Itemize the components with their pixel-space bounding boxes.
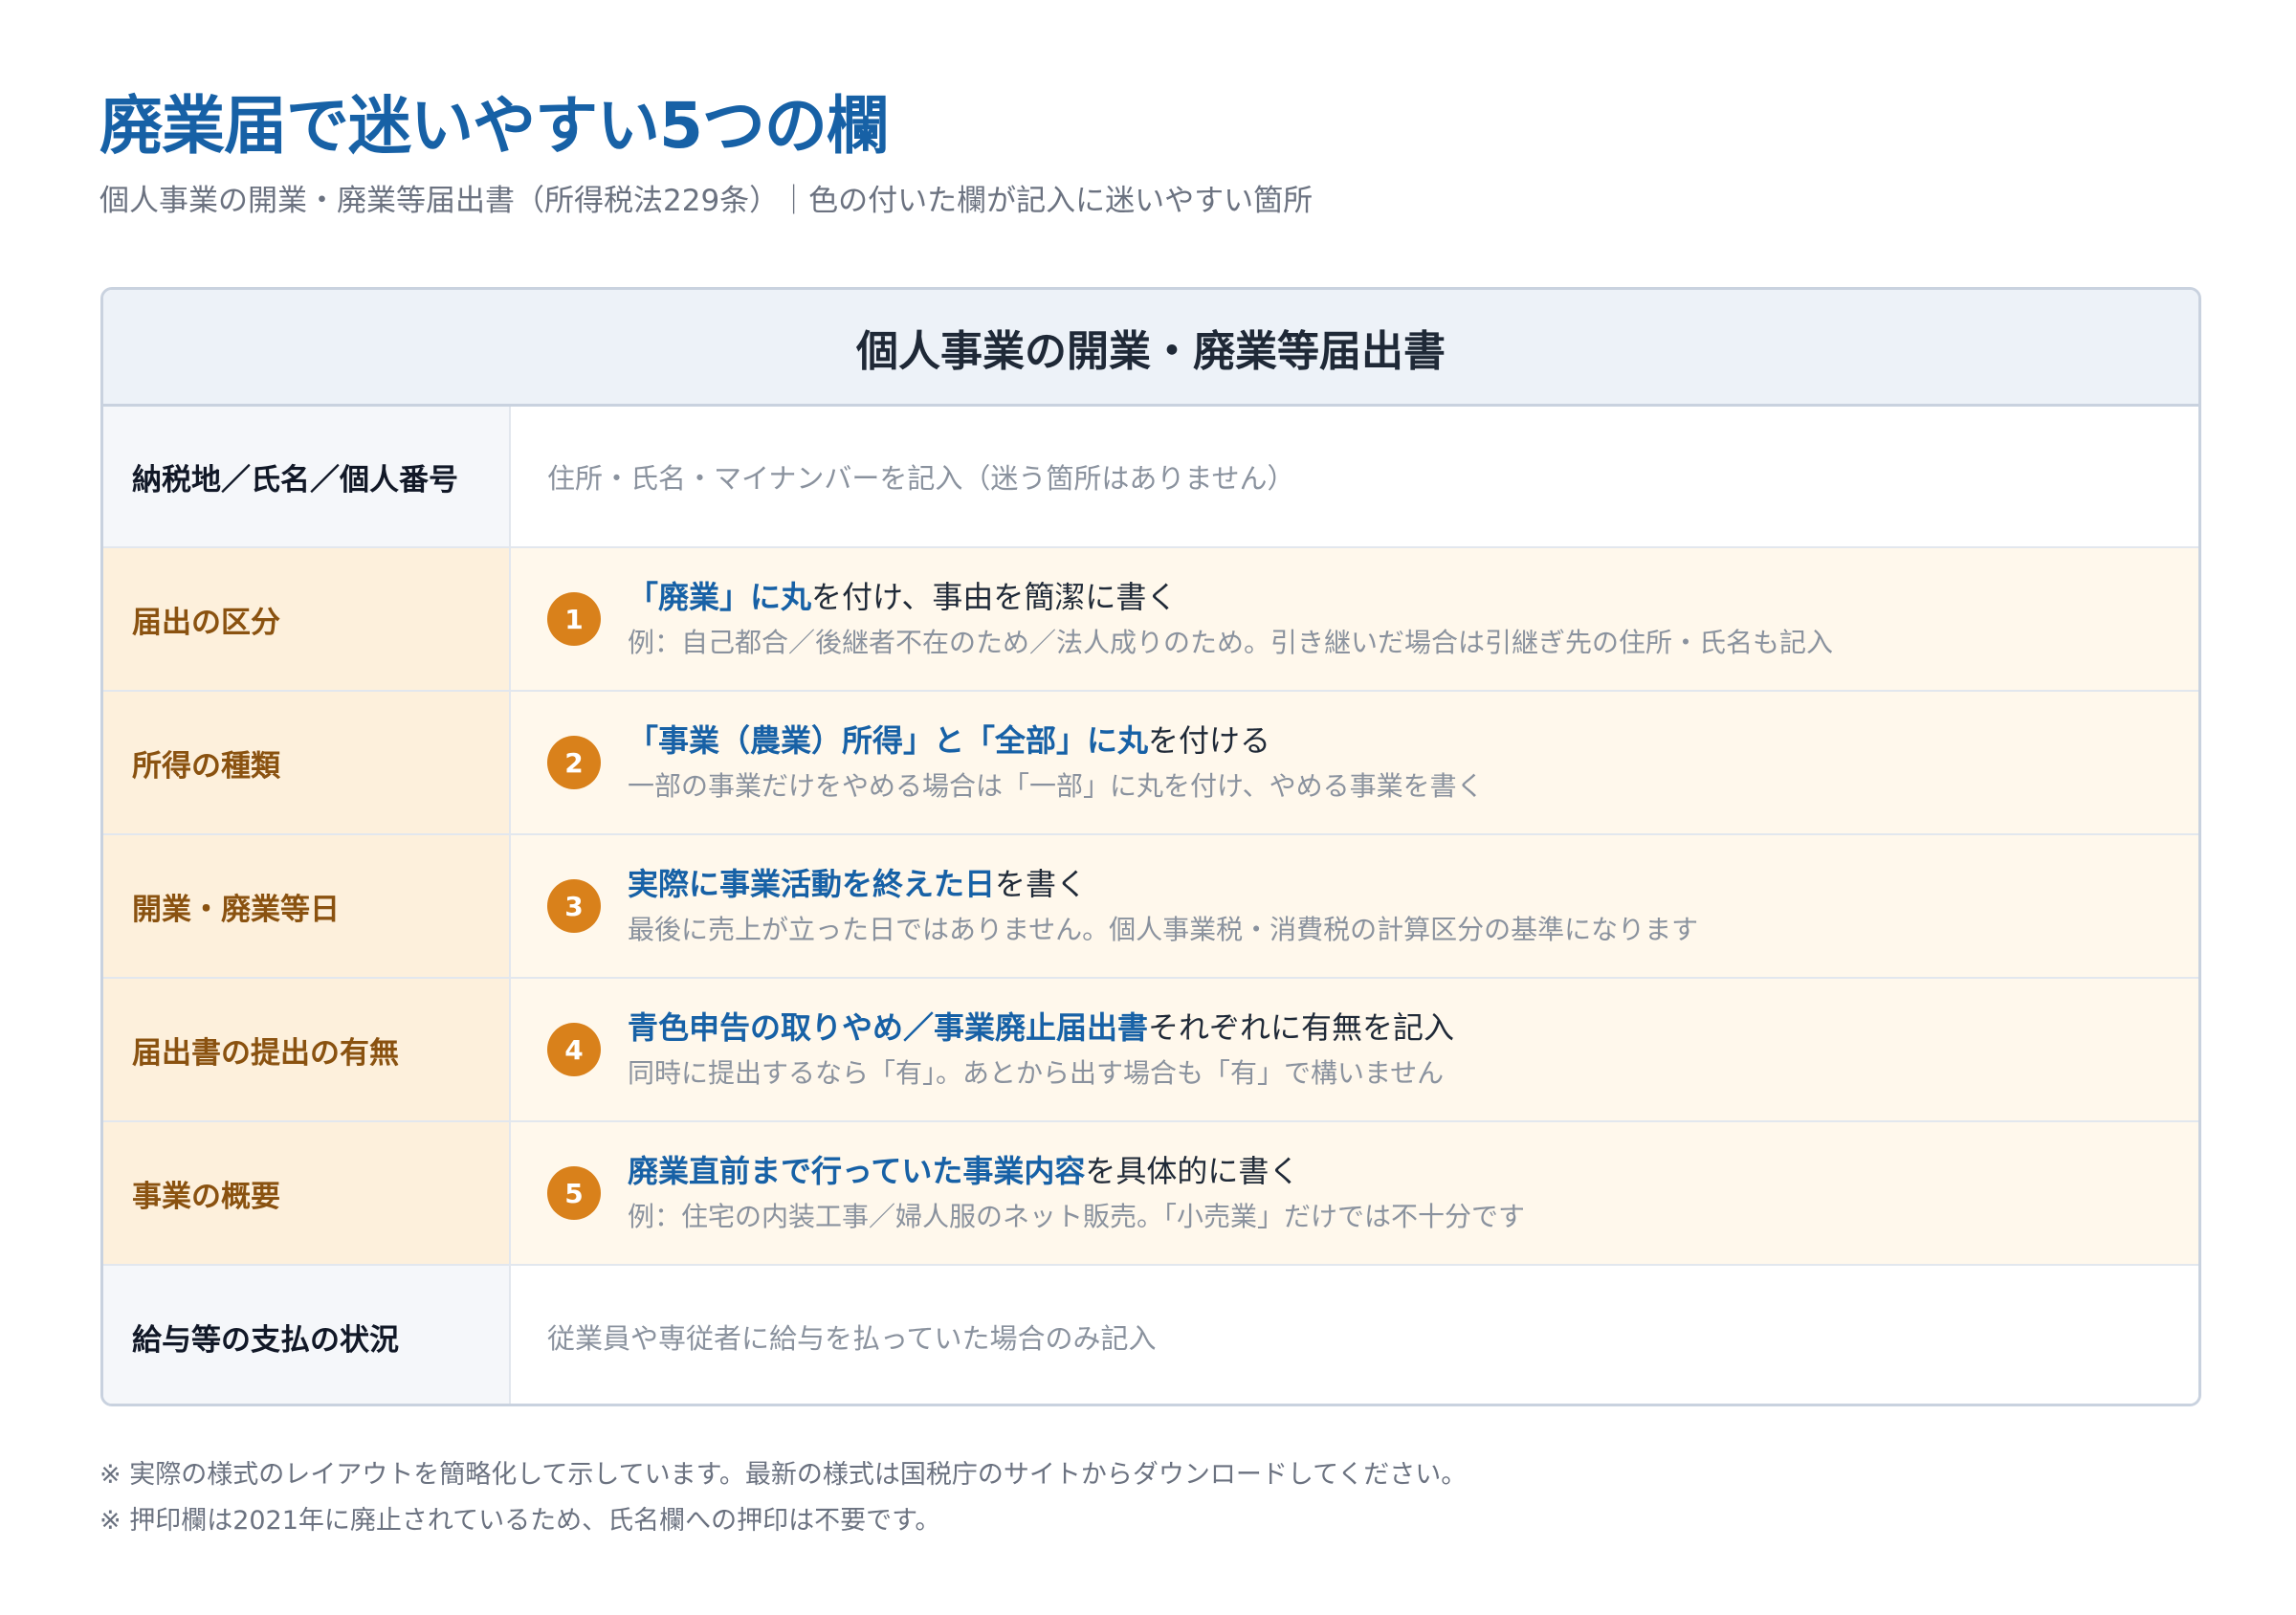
instruction-rest: を付け、事由を簡潔に書く	[811, 579, 1178, 615]
form-header: 個人事業の開業・廃業等届出書	[103, 290, 2198, 407]
page-subtitle: 個人事業の開業・廃業等届出書（所得税法229条）｜色の付いた欄が記入に迷いやすい…	[99, 184, 1314, 218]
number-badge: 5	[547, 1166, 601, 1220]
row-note: 一部の事業だけをやめる場合は「一部」に丸を付け、やめる事業を書く	[628, 770, 1484, 802]
row-note: 例：自己都合／後継者不在のため／法人成りのため。引き継いだ場合は引継ぎ先の住所・…	[628, 627, 1834, 658]
instruction-emphasis: 廃業直前まで行っていた事業内容	[628, 1153, 1086, 1189]
number-badge: 1	[547, 592, 601, 646]
row-content: 1 「廃業」に丸を付け、事由を簡潔に書く 例：自己都合／後継者不在のため／法人成…	[511, 548, 2198, 690]
row-instruction: 「事業（農業）所得」と「全部」に丸を付ける	[628, 719, 1484, 762]
row-content: 5 廃業直前まで行っていた事業内容を具体的に書く 例：住宅の内装工事／婦人服のネ…	[511, 1122, 2198, 1264]
row-label: 所得の種類	[103, 692, 511, 833]
row-content: 2 「事業（農業）所得」と「全部」に丸を付ける 一部の事業だけをやめる場合は「一…	[511, 692, 2198, 833]
row-label: 開業・廃業等日	[103, 835, 511, 977]
form-row-income-type: 所得の種類 2 「事業（農業）所得」と「全部」に丸を付ける 一部の事業だけをやめ…	[103, 692, 2198, 835]
row-texts: 「事業（農業）所得」と「全部」に丸を付ける 一部の事業だけをやめる場合は「一部」…	[628, 719, 1484, 806]
instruction-emphasis: 実際に事業活動を終えた日	[628, 866, 996, 902]
footnote: ※ 実際の様式のレイアウトを簡略化して示しています。最新の様式は国税庁のサイトか…	[99, 1460, 1468, 1490]
footnote: ※ 押印欄は2021年に廃止されているため、氏名欄への押印は不要です。	[99, 1506, 941, 1536]
row-label: 届出書の提出の有無	[103, 979, 511, 1120]
row-label: 納税地／氏名／個人番号	[103, 407, 511, 546]
row-texts: 「廃業」に丸を付け、事由を簡潔に書く 例：自己都合／後継者不在のため／法人成りの…	[628, 576, 1833, 662]
form-row-closing-date: 開業・廃業等日 3 実際に事業活動を終えた日を書く 最後に売上が立った日ではあり…	[103, 835, 2198, 979]
row-content: 従業員や専従者に給与を払っていた場合のみ記入	[511, 1266, 2198, 1404]
form-row-business-summary: 事業の概要 5 廃業直前まで行っていた事業内容を具体的に書く 例：住宅の内装工事…	[103, 1122, 2198, 1266]
form-row-taxpayer: 納税地／氏名／個人番号 住所・氏名・マイナンバーを記入（迷う箇所はありません）	[103, 407, 2198, 548]
row-label: 給与等の支払の状況	[103, 1266, 511, 1404]
form-row-salary: 給与等の支払の状況 従業員や専従者に給与を払っていた場合のみ記入	[103, 1266, 2198, 1404]
row-note: 最後に売上が立った日ではありません。個人事業税・消費税の計算区分の基準になります	[628, 914, 1699, 945]
instruction-emphasis: 「廃業」に丸	[628, 579, 812, 615]
row-texts: 実際に事業活動を終えた日を書く 最後に売上が立った日ではありません。個人事業税・…	[628, 863, 1698, 949]
row-instruction: 実際に事業活動を終えた日を書く	[628, 863, 1698, 905]
row-text: 住所・氏名・マイナンバーを記入（迷う箇所はありません）	[547, 462, 1295, 495]
instruction-rest: を付ける	[1148, 722, 1271, 759]
instruction-emphasis: 青色申告の取りやめ／事業廃止届出書	[628, 1009, 1149, 1046]
row-instruction: 「廃業」に丸を付け、事由を簡潔に書く	[628, 576, 1833, 618]
row-note: 例：住宅の内装工事／婦人服のネット販売。「小売業」だけでは不十分です	[628, 1201, 1526, 1232]
instruction-rest: を具体的に書く	[1085, 1153, 1300, 1189]
row-texts: 青色申告の取りやめ／事業廃止届出書それぞれに有無を記入 同時に提出するなら「有」…	[628, 1007, 1454, 1093]
page: 廃業届で迷いやすい5つの欄 個人事業の開業・廃業等届出書（所得税法229条）｜色…	[0, 0, 2296, 1615]
row-texts: 廃業直前まで行っていた事業内容を具体的に書く 例：住宅の内装工事／婦人服のネット…	[628, 1150, 1525, 1236]
number-badge: 3	[547, 879, 601, 933]
number-badge: 2	[547, 736, 601, 789]
form-row-submission: 届出書の提出の有無 4 青色申告の取りやめ／事業廃止届出書それぞれに有無を記入 …	[103, 979, 2198, 1122]
row-instruction: 青色申告の取りやめ／事業廃止届出書それぞれに有無を記入	[628, 1007, 1454, 1049]
row-content: 3 実際に事業活動を終えた日を書く 最後に売上が立った日ではありません。個人事業…	[511, 835, 2198, 977]
row-note: 同時に提出するなら「有」。あとから出す場合も「有」で構いません	[628, 1057, 1445, 1089]
row-instruction: 廃業直前まで行っていた事業内容を具体的に書く	[628, 1150, 1525, 1192]
form-row-category: 届出の区分 1 「廃業」に丸を付け、事由を簡潔に書く 例：自己都合／後継者不在の…	[103, 548, 2198, 692]
footnotes: ※ 実際の様式のレイアウトを簡略化して示しています。最新の様式は国税庁のサイトか…	[99, 1452, 1467, 1544]
row-text: 従業員や専従者に給与を払っていた場合のみ記入	[547, 1322, 1157, 1355]
row-label: 事業の概要	[103, 1122, 511, 1264]
number-badge: 4	[547, 1023, 601, 1076]
row-content: 4 青色申告の取りやめ／事業廃止届出書それぞれに有無を記入 同時に提出するなら「…	[511, 979, 2198, 1120]
row-label: 届出の区分	[103, 548, 511, 690]
form-diagram: 個人事業の開業・廃業等届出書 納税地／氏名／個人番号 住所・氏名・マイナンバーを…	[100, 287, 2201, 1406]
row-content: 住所・氏名・マイナンバーを記入（迷う箇所はありません）	[511, 407, 2198, 546]
instruction-rest: それぞれに有無を記入	[1148, 1009, 1455, 1046]
instruction-rest: を書く	[995, 866, 1088, 902]
instruction-emphasis: 「事業（農業）所得」と「全部」に丸	[628, 722, 1149, 759]
page-title: 廃業届で迷いやすい5つの欄	[99, 89, 890, 163]
